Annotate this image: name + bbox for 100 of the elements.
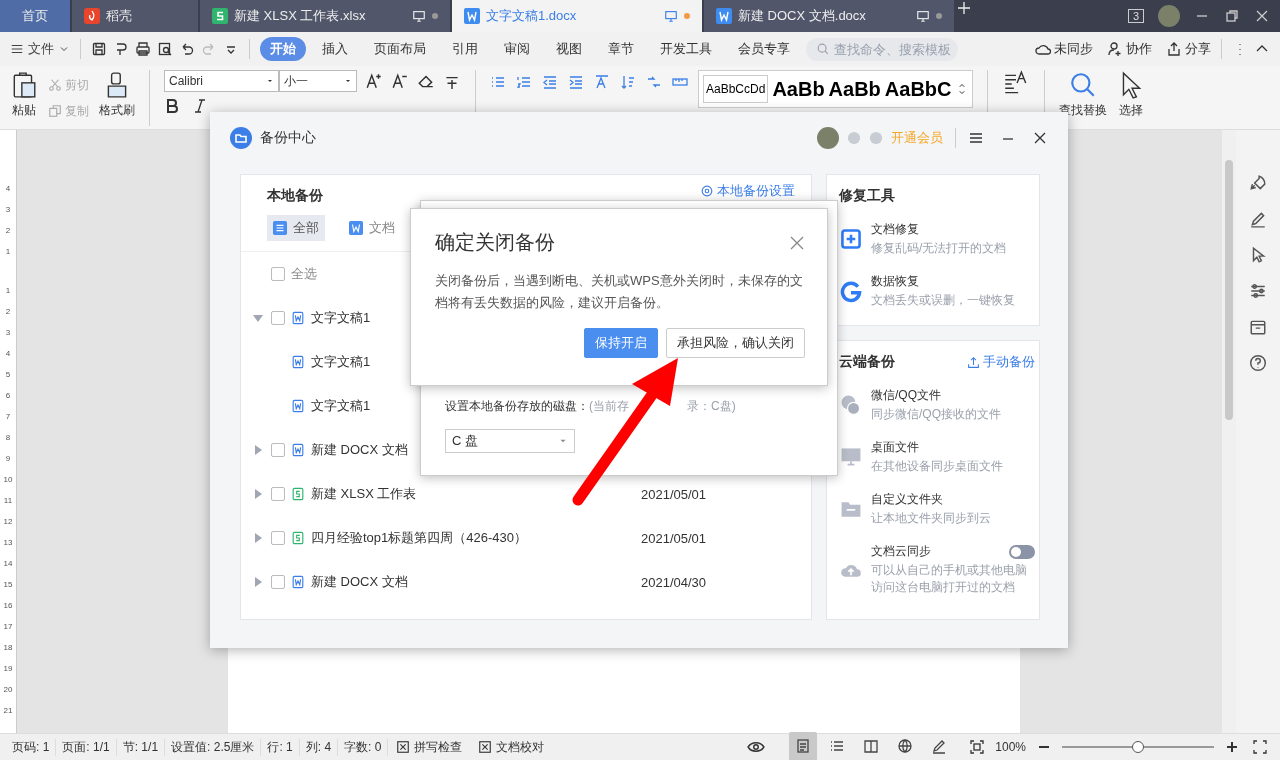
- select-button[interactable]: 选择: [1116, 70, 1145, 119]
- toolbar-action[interactable]: 未同步: [1035, 40, 1093, 58]
- ribbon-tab[interactable]: 章节: [598, 37, 644, 61]
- save-icon[interactable]: [91, 41, 107, 57]
- paste-button[interactable]: 粘贴: [10, 70, 38, 119]
- toolbar-action[interactable]: 分享: [1166, 40, 1211, 58]
- status-field: 页码: 1: [6, 738, 57, 756]
- tool-title[interactable]: 文档修复: [871, 221, 1035, 238]
- ribbon-tab[interactable]: 视图: [546, 37, 592, 61]
- search-icon: [816, 42, 830, 56]
- ribbon-tab[interactable]: 审阅: [494, 37, 540, 61]
- tool-title[interactable]: 数据恢复: [871, 273, 1035, 290]
- checkbox[interactable]: [271, 267, 285, 281]
- pen-icon[interactable]: [1249, 210, 1267, 228]
- style-preview[interactable]: AaBb: [828, 77, 881, 101]
- ribbon-tab[interactable]: 页面布局: [364, 37, 436, 61]
- scrollbar[interactable]: [1225, 160, 1233, 420]
- ruler-number: 19: [3, 663, 13, 675]
- file-name: 文字文稿1: [311, 309, 371, 327]
- zoom-level[interactable]: 100%: [985, 740, 1036, 754]
- italic-icon[interactable]: [192, 98, 208, 114]
- bold-icon[interactable]: [164, 98, 180, 114]
- document-tab[interactable]: 稻壳: [72, 0, 200, 32]
- cloud-option-title[interactable]: 桌面文件: [871, 439, 1035, 456]
- shrink-font-icon[interactable]: [391, 72, 409, 90]
- indent-icon[interactable]: [568, 74, 584, 90]
- file-menu[interactable]: 文件: [10, 40, 70, 58]
- zoom-in-icon[interactable]: [1224, 739, 1240, 755]
- avatar[interactable]: [1158, 5, 1180, 27]
- status-button[interactable]: 拼写检查: [388, 738, 471, 756]
- search-field[interactable]: 查找命令、搜索模板: [806, 37, 958, 61]
- style-gallery[interactable]: AaBbCcDd AaBb AaBb AaBbC: [698, 70, 973, 108]
- sliders-icon[interactable]: [1249, 282, 1267, 300]
- unsaved-dot: [684, 13, 690, 19]
- confirm-close-button[interactable]: 承担风险，确认关闭: [666, 328, 805, 358]
- grow-font-icon[interactable]: [365, 72, 383, 90]
- document-tab[interactable]: 首页: [0, 0, 72, 32]
- zoom-thumb[interactable]: [1132, 741, 1144, 753]
- list-icon: [273, 221, 287, 235]
- scissors-icon: [48, 78, 62, 92]
- cloud-option-title[interactable]: 自定义文件夹: [871, 491, 1035, 508]
- avatar[interactable]: [817, 127, 839, 149]
- print-preview-icon[interactable]: [157, 41, 173, 57]
- monitor-icon[interactable]: [412, 9, 426, 23]
- file-date: 2021/05/01: [641, 530, 708, 546]
- cloud-option-title[interactable]: 微信/QQ文件: [871, 387, 1035, 404]
- checkbox[interactable]: [271, 531, 285, 545]
- checkbox[interactable]: [271, 575, 285, 589]
- document-tab[interactable]: 新建 XLSX 工作表.xlsx: [200, 0, 452, 32]
- add-person-icon[interactable]: [1107, 41, 1123, 57]
- fullscreen-icon[interactable]: [1252, 739, 1268, 755]
- font-select[interactable]: Calibri: [164, 70, 279, 92]
- close-icon[interactable]: [1032, 130, 1048, 146]
- format-painter-button[interactable]: 格式刷: [99, 70, 135, 119]
- window-count[interactable]: 3: [1127, 9, 1144, 23]
- outdent-icon[interactable]: [542, 74, 558, 90]
- inbox-icon[interactable]: [1249, 318, 1267, 336]
- ruler-number: 4: [5, 183, 11, 195]
- style-preview[interactable]: AaBb: [772, 77, 825, 101]
- ribbon-tab[interactable]: 会员专享: [728, 37, 800, 61]
- checkbox[interactable]: [271, 487, 285, 501]
- filter-tab[interactable]: 全部: [267, 215, 325, 241]
- close-icon[interactable]: [1254, 8, 1270, 24]
- style-preview[interactable]: AaBbCcDd: [703, 75, 769, 103]
- line-spacing-icon[interactable]: [646, 74, 662, 90]
- style-preview[interactable]: AaBbC: [884, 77, 952, 101]
- monitor-icon[interactable]: [664, 9, 678, 23]
- toolbar-action[interactable]: 协作: [1107, 40, 1152, 58]
- repair-icon: [839, 227, 863, 251]
- manual-backup-link[interactable]: 手动备份: [967, 353, 1035, 371]
- bullet-list-icon[interactable]: [490, 74, 506, 90]
- ruler-number: 15: [3, 579, 13, 591]
- size-select[interactable]: 小一: [279, 70, 357, 92]
- document-tab[interactable]: 文字文稿1.docx: [452, 0, 704, 32]
- fit-icon[interactable]: [969, 739, 986, 755]
- print-icon[interactable]: [135, 41, 151, 57]
- monitor-icon[interactable]: [916, 9, 930, 23]
- add-tab-icon[interactable]: [956, 0, 972, 16]
- text-direction-icon[interactable]: [594, 74, 610, 90]
- checkbox[interactable]: [271, 443, 285, 457]
- share-icon[interactable]: [1166, 41, 1182, 57]
- document-icon: [291, 310, 305, 326]
- ribbon-tab[interactable]: 插入: [312, 37, 358, 61]
- settings-link[interactable]: 本地备份设置: [700, 182, 795, 200]
- status-button[interactable]: 文档校对: [470, 738, 553, 756]
- numbered-list-icon[interactable]: [516, 74, 532, 90]
- filter-tab[interactable]: 文档: [343, 215, 401, 241]
- disk-select[interactable]: C 盘: [445, 429, 575, 453]
- menu-icon[interactable]: [968, 130, 984, 146]
- checkbox[interactable]: [271, 311, 285, 325]
- ribbon-tab[interactable]: 引用: [442, 37, 488, 61]
- sync-toggle[interactable]: [1009, 544, 1035, 559]
- sort-icon[interactable]: [620, 74, 636, 90]
- ribbon-tab[interactable]: 开发工具: [650, 37, 722, 61]
- ruler-number: 17: [3, 621, 13, 633]
- help-icon[interactable]: [1249, 354, 1267, 372]
- document-tab[interactable]: 新建 DOCX 文档.docx: [704, 0, 956, 32]
- select-all-label[interactable]: 全选: [291, 265, 317, 283]
- ruler-number: 4: [5, 348, 11, 360]
- restore-icon[interactable]: [1224, 8, 1240, 24]
